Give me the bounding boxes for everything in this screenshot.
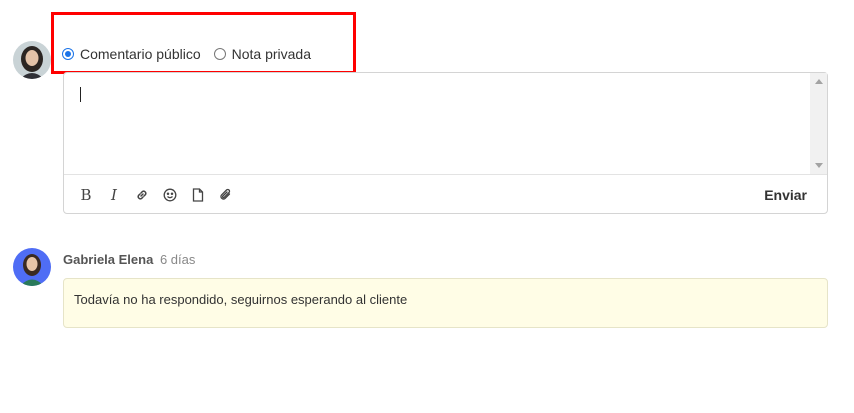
bold-icon[interactable]: B [78,186,94,204]
send-button[interactable]: Enviar [764,187,807,203]
radio-unchecked-icon[interactable] [213,48,226,60]
commenter-avatar-icon [13,248,51,286]
comment-author: Gabriela Elena [63,252,154,267]
attachment-icon[interactable] [218,187,234,203]
radio-checked-icon[interactable] [62,48,74,60]
comment-mode-radio-group: Comentario público Nota privada [62,45,324,63]
scroll-down-arrow-icon[interactable] [815,163,823,168]
user-avatar-icon [13,41,51,79]
radio-public-comment[interactable]: Comentario público [62,46,201,62]
comment-text-area[interactable] [64,73,810,174]
radio-public-label: Comentario público [80,46,201,62]
link-icon[interactable] [134,187,150,203]
italic-icon[interactable]: I [106,186,122,204]
highlight-box [51,12,356,74]
text-caret [80,87,81,102]
emoji-icon[interactable] [162,187,178,203]
radio-private-label: Nota privada [231,46,312,62]
comment-text: Todavía no ha respondido, seguirnos espe… [74,292,408,307]
comment-timestamp: 6 días [159,252,196,267]
file-icon[interactable] [190,187,206,203]
comment-note-box: Todavía no ha respondido, seguirnos espe… [63,278,828,328]
comment-header: Gabriela Elena 6 días [63,252,195,267]
radio-private-note[interactable]: Nota privada [213,46,312,62]
editor-scrollbar[interactable] [810,73,827,174]
editor-toolbar: B I Enviar [64,174,827,215]
comment-editor: B I Enviar [63,72,828,214]
scroll-up-arrow-icon[interactable] [815,79,823,84]
